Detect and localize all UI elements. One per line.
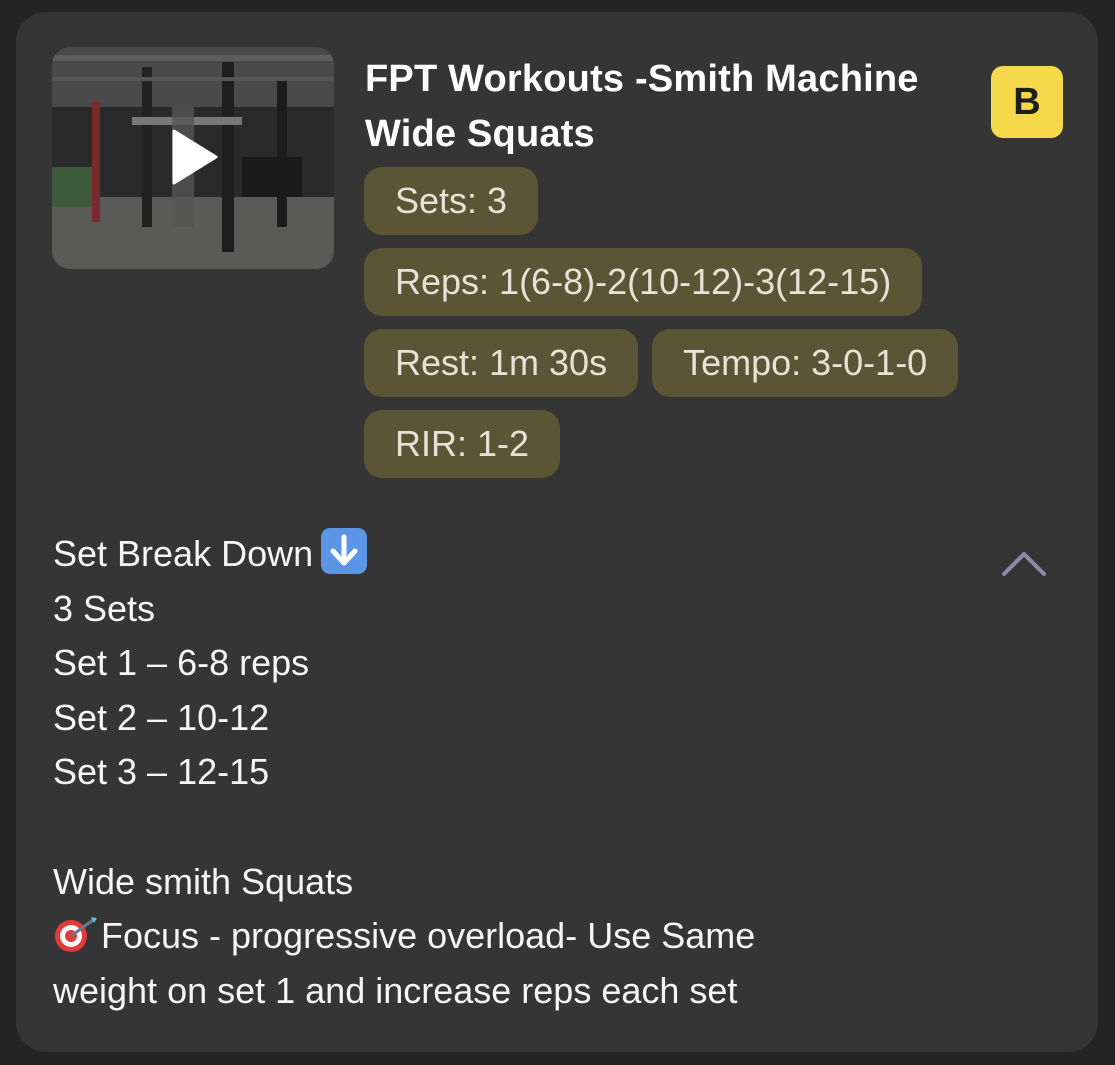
exercise-card: FPT Workouts -Smith Machine Wide Squats … <box>16 12 1098 1052</box>
description-line: Set 3 – 12-15 <box>53 751 270 793</box>
down-arrow-emoji-icon <box>321 528 368 574</box>
tempo-chip: Tempo: 3-0-1-0 <box>652 329 959 397</box>
video-thumbnail[interactable] <box>52 47 334 269</box>
reps-chip: Reps: 1(6-8)-2(10-12)-3(12-15) <box>364 248 923 316</box>
exercise-chips: Sets: 3 Reps: 1(6-8)-2(10-12)-3(12-15) R… <box>364 167 1064 491</box>
exercise-title: FPT Workouts -Smith Machine Wide Squats <box>365 58 919 155</box>
description-line: weight on set 1 and increase reps each s… <box>53 969 738 1011</box>
play-icon <box>172 129 218 185</box>
description-line: Wide smith Squats <box>53 860 354 902</box>
description-line <box>53 800 953 855</box>
description-line: Set 1 – 6-8 reps <box>53 642 310 684</box>
description-line: Focus - progressive overload- Use Same <box>53 909 953 964</box>
rir-chip: RIR: 1-2 <box>364 410 561 478</box>
description-line: Set 2 – 10-12 <box>53 696 270 738</box>
grade-badge: B <box>991 66 1063 138</box>
exercise-description: Set Break Down 3 Sets Set 1 – 6-8 reps S… <box>53 527 953 1018</box>
description-line: Set Break Down <box>53 527 953 582</box>
description-line: 3 Sets <box>53 587 156 629</box>
target-emoji-icon <box>53 914 101 954</box>
rest-chip: Rest: 1m 30s <box>364 329 639 397</box>
chevron-up-icon[interactable] <box>998 542 1050 582</box>
sets-chip: Sets: 3 <box>364 167 539 235</box>
